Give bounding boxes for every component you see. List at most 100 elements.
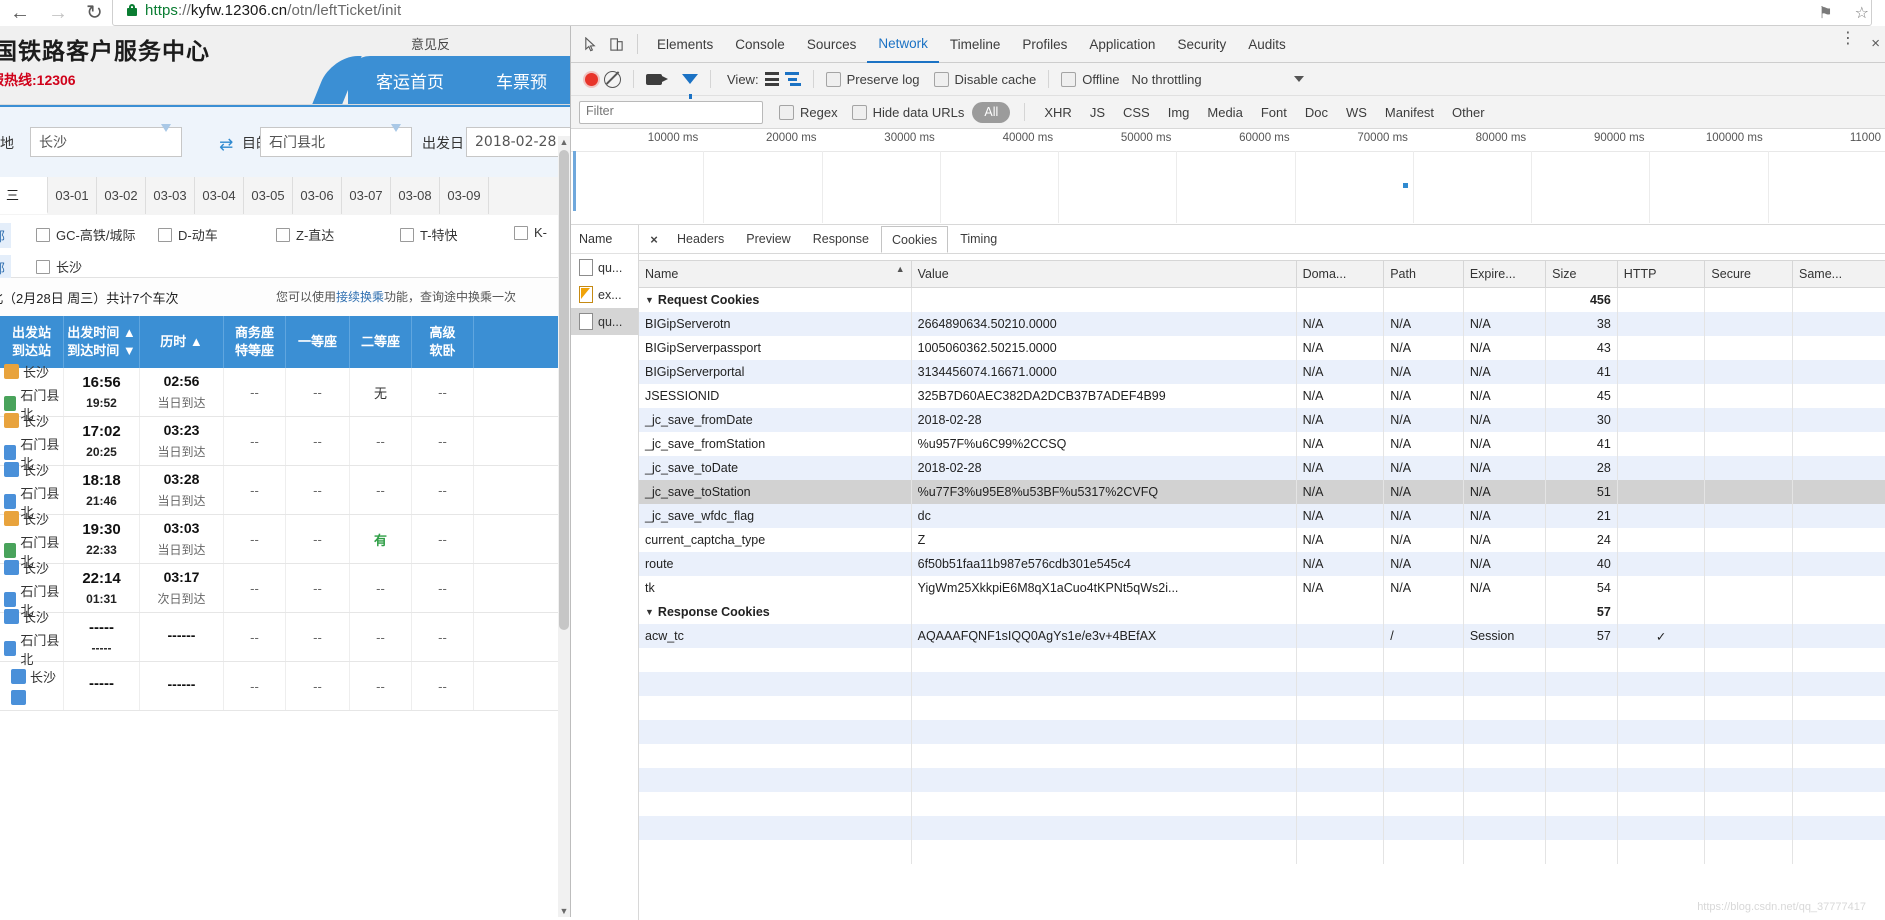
tab-audits[interactable]: Audits [1237, 27, 1297, 62]
date-cell-3[interactable]: 03-04 [195, 177, 244, 214]
regex-checkbox[interactable] [779, 104, 794, 120]
network-overview[interactable]: 10000 ms 20000 ms 30000 ms 40000 ms 50000 ms… [571, 129, 1885, 225]
detail-tab-timing[interactable]: Timing [950, 226, 1007, 253]
scroll-up-arrow[interactable]: ▲ [558, 136, 570, 148]
col-times[interactable]: 出发时间 ▲ 到达时间 ▼ [64, 316, 140, 368]
table-row[interactable]: 长沙 石门县北 22:14 01:31 03:17 次日到达 -- -- -- -- [0, 559, 570, 618]
device-toolbar-icon[interactable] [603, 31, 629, 57]
request-list-item[interactable]: ex... [571, 281, 638, 308]
filter-gc[interactable]: GC-高铁/城际 [36, 225, 135, 244]
from-station-input[interactable] [31, 128, 181, 156]
cookies-row[interactable]: _jc_save_toDate 2018-02-28 N/A N/A N/A 28 [639, 456, 1885, 480]
table-row[interactable]: 长沙 石门县北 17:02 20:25 03:23 当日到达 -- -- -- -- [0, 412, 570, 471]
departure-date-input[interactable] [467, 128, 570, 156]
detail-tab-response[interactable]: Response [803, 226, 879, 253]
request-list-item[interactable]: qu... [571, 254, 638, 281]
cookies-row[interactable]: _jc_save_fromStation %u957F%u6C99%2CCSQ N/… [639, 432, 1885, 456]
filter-z[interactable]: Z-直达 [276, 225, 334, 244]
nav-tab-home[interactable]: 客运首页 [376, 68, 444, 93]
filter-station-changsha[interactable]: 长沙 [36, 257, 82, 276]
cookies-row[interactable]: current_captcha_type Z N/A N/A N/A 24 [639, 528, 1885, 552]
filter-type-doc[interactable]: Doc [1300, 105, 1333, 120]
more-options-icon[interactable]: ⋮ [1840, 31, 1856, 47]
date-cell-current[interactable]: 三 [0, 177, 48, 214]
hide-data-urls-option[interactable]: Hide data URLs [851, 104, 964, 120]
filter-input[interactable] [580, 101, 762, 121]
date-cell-4[interactable]: 03-05 [244, 177, 293, 214]
page-scroll-thumb[interactable] [559, 150, 569, 630]
cookies-row[interactable]: BIGipServerpassport 1005060362.50215.0000… [639, 336, 1885, 360]
checkbox-gc[interactable] [36, 227, 50, 242]
preserve-log-option[interactable]: Preserve log [825, 71, 920, 87]
table-row[interactable]: 长沙 石门县北 19:30 22:33 03:03 当日到达 -- -- 有 -- [0, 510, 570, 569]
offline-option[interactable]: Offline [1061, 71, 1120, 87]
transfer-link[interactable]: 接续换乘 [336, 290, 384, 304]
waterfall-view-icon[interactable] [784, 72, 801, 86]
chevron-down-icon[interactable]: ▼ [645, 607, 654, 617]
to-station-field[interactable] [260, 124, 412, 157]
tab-sources[interactable]: Sources [796, 27, 868, 62]
preserve-log-checkbox[interactable] [825, 71, 841, 87]
chevron-down-icon[interactable]: ▼ [645, 295, 654, 305]
scroll-down-arrow[interactable]: ▼ [558, 905, 570, 917]
camera-icon[interactable] [646, 73, 668, 85]
filter-input-wrap[interactable] [579, 100, 763, 124]
filter-row2-tag[interactable]: 部 [0, 255, 12, 280]
cookies-column-header[interactable]: Doma... [1296, 260, 1385, 288]
checkbox-z[interactable] [276, 227, 290, 242]
bookmark-star-icon[interactable]: ☆ [1855, 3, 1869, 23]
date-cell-7[interactable]: 03-08 [391, 177, 440, 214]
filter-type-img[interactable]: Img [1163, 105, 1195, 120]
col-business[interactable]: 商务座 特等座 [224, 316, 286, 368]
cookies-column-header[interactable]: Expire... [1463, 260, 1547, 288]
inspect-cursor-icon[interactable] [577, 31, 603, 57]
filter-type-xhr[interactable]: XHR [1039, 105, 1076, 120]
pin-icon[interactable]: ⚑ [1818, 3, 1832, 23]
filter-row1-tag[interactable]: 部 [0, 223, 12, 248]
cookies-column-header[interactable]: Same... [1792, 260, 1885, 288]
funnel-icon[interactable] [682, 74, 698, 99]
reload-icon[interactable]: ↻ [86, 3, 103, 23]
cookies-group-row[interactable]: ▼ Request Cookies 456 [639, 287, 1885, 312]
hide-data-urls-checkbox[interactable] [851, 104, 867, 120]
filter-type-all[interactable]: All [972, 101, 1011, 123]
cookies-row[interactable]: _jc_save_toStation %u77F3%u95E8%u53BF%u53… [639, 480, 1885, 504]
checkbox-t[interactable] [400, 227, 414, 242]
forward-icon[interactable]: → [48, 3, 68, 23]
table-row[interactable]: 长沙 石门县北 18:18 21:46 03:28 当日到达 -- -- -- -- [0, 461, 570, 520]
tab-network[interactable]: Network [867, 26, 939, 63]
cookies-column-header[interactable]: Secure [1704, 260, 1794, 288]
col-stations[interactable]: 出发站 到达站 [0, 316, 64, 368]
date-cell-5[interactable]: 03-06 [293, 177, 342, 214]
filter-d[interactable]: D-动车 [158, 225, 218, 244]
chevron-down-icon[interactable] [1293, 76, 1304, 82]
date-cell-8[interactable]: 03-09 [440, 177, 489, 214]
cookies-row[interactable]: JSESSIONID 325B7D60AEC382DA2DCB37B7ADEF4B… [639, 384, 1885, 408]
filter-type-manifest[interactable]: Manifest [1380, 105, 1439, 120]
cookies-column-header[interactable]: Size [1545, 260, 1618, 288]
date-cell-6[interactable]: 03-07 [342, 177, 391, 214]
clear-button[interactable] [604, 70, 621, 88]
table-row[interactable]: 长沙 石门县北 ----- ----- ------ -- -- -- -- [0, 608, 570, 667]
detail-tab-headers[interactable]: Headers [667, 226, 734, 253]
cookies-row[interactable]: BIGipServerportal 3134456074.16671.0000 N/… [639, 360, 1885, 384]
list-view-icon[interactable] [764, 72, 779, 86]
departure-date-field[interactable] [466, 127, 570, 157]
close-detail-icon[interactable]: × [643, 232, 665, 247]
close-devtools-icon[interactable]: × [1871, 35, 1880, 52]
nav-tab-ticket[interactable]: 车票预 [496, 68, 547, 93]
detail-tab-preview[interactable]: Preview [736, 226, 800, 253]
filter-type-other[interactable]: Other [1447, 105, 1490, 120]
filter-k[interactable]: K- [514, 225, 547, 240]
col-duration[interactable]: 历时 ▲ [140, 316, 224, 368]
offline-checkbox[interactable] [1061, 71, 1077, 87]
filter-type-css[interactable]: CSS [1118, 105, 1155, 120]
cookies-row[interactable]: _jc_save_fromDate 2018-02-28 N/A N/A N/A 30 [639, 408, 1885, 432]
filter-type-media[interactable]: Media [1202, 105, 1247, 120]
cookies-row[interactable]: acw_tc AQAAAFQNF1sIQQ0AgYs1e/e3v+4BEfAX / S… [639, 624, 1885, 648]
filter-type-ws[interactable]: WS [1341, 105, 1372, 120]
cookies-row[interactable]: tk YigWm25XkkpiE6M8qX1aCuo4tKPNt5qWs2i...… [639, 576, 1885, 600]
tab-application[interactable]: Application [1078, 27, 1166, 62]
col-first[interactable]: 一等座 [286, 316, 350, 368]
from-station-field[interactable] [30, 124, 182, 157]
